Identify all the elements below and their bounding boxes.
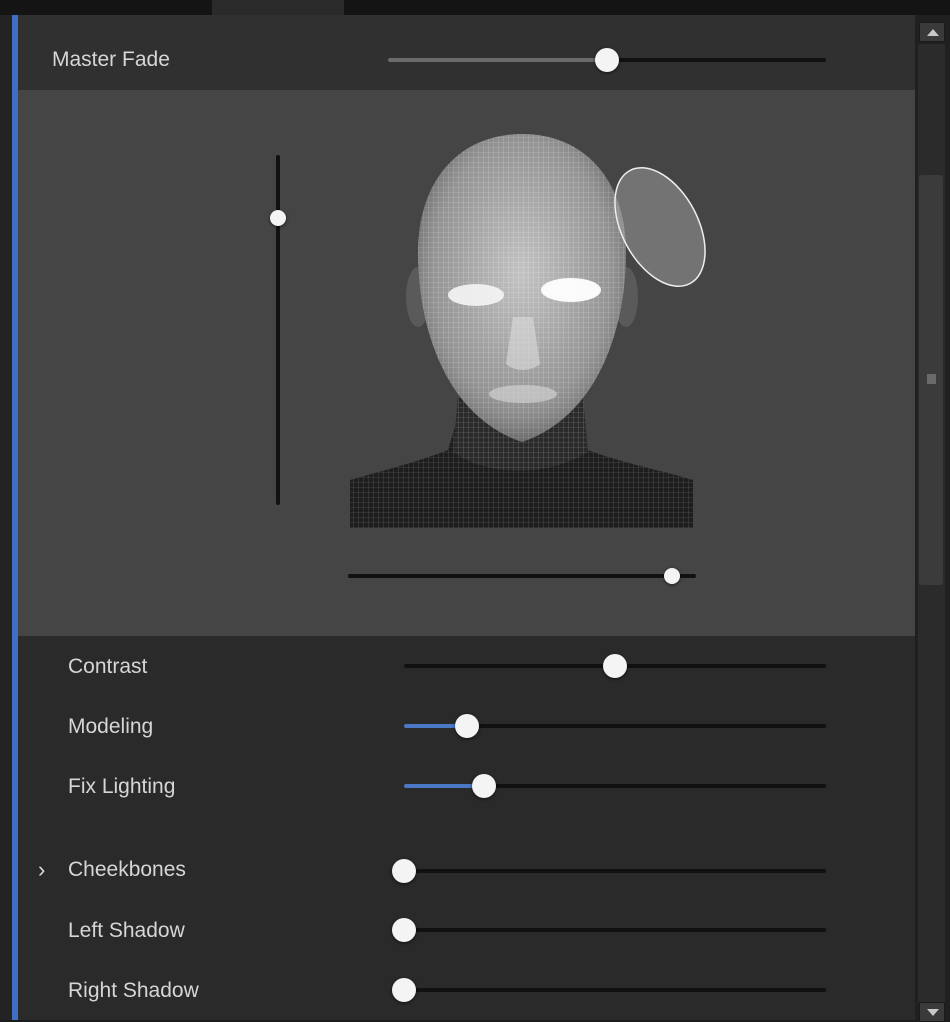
left-shadow-label: Left Shadow: [68, 919, 185, 942]
horizontal-light-slider[interactable]: [348, 574, 696, 578]
left-edge: [0, 15, 12, 1020]
wireframe-head-image: [348, 132, 713, 532]
master-fade-fill: [388, 58, 607, 62]
vertical-light-thumb[interactable]: [270, 210, 286, 226]
fix-lighting-label: Fix Lighting: [68, 775, 176, 798]
top-bar: [0, 0, 950, 15]
arrow-down-icon[interactable]: [919, 1002, 945, 1022]
scrollbar-grip: [927, 374, 936, 384]
cheekbones-label: Cheekbones: [68, 858, 186, 881]
master-fade-thumb[interactable]: [595, 48, 619, 72]
modeling-label: Modeling: [68, 715, 154, 738]
right-shadow-slider[interactable]: [404, 988, 826, 992]
right-shadow-thumb[interactable]: [392, 978, 416, 1002]
left-shadow-thumb[interactable]: [392, 918, 416, 942]
cheekbones-slider[interactable]: [404, 869, 826, 873]
chevron-right-icon[interactable]: ›: [38, 858, 60, 882]
right-shadow-label: Right Shadow: [68, 979, 199, 1002]
contrast-thumb[interactable]: [603, 654, 627, 678]
horizontal-light-thumb[interactable]: [663, 568, 680, 584]
left-shadow-slider[interactable]: [404, 928, 826, 932]
top-tab[interactable]: [212, 0, 344, 15]
master-fade-label: Master Fade: [52, 48, 170, 71]
vertical-light-slider[interactable]: [276, 155, 280, 505]
fix-lighting-slider[interactable]: [404, 784, 826, 788]
contrast-label: Contrast: [68, 655, 148, 678]
fix-lighting-thumb[interactable]: [472, 774, 497, 798]
cheekbones-thumb[interactable]: [392, 859, 416, 883]
arrow-up-icon[interactable]: [919, 22, 945, 42]
